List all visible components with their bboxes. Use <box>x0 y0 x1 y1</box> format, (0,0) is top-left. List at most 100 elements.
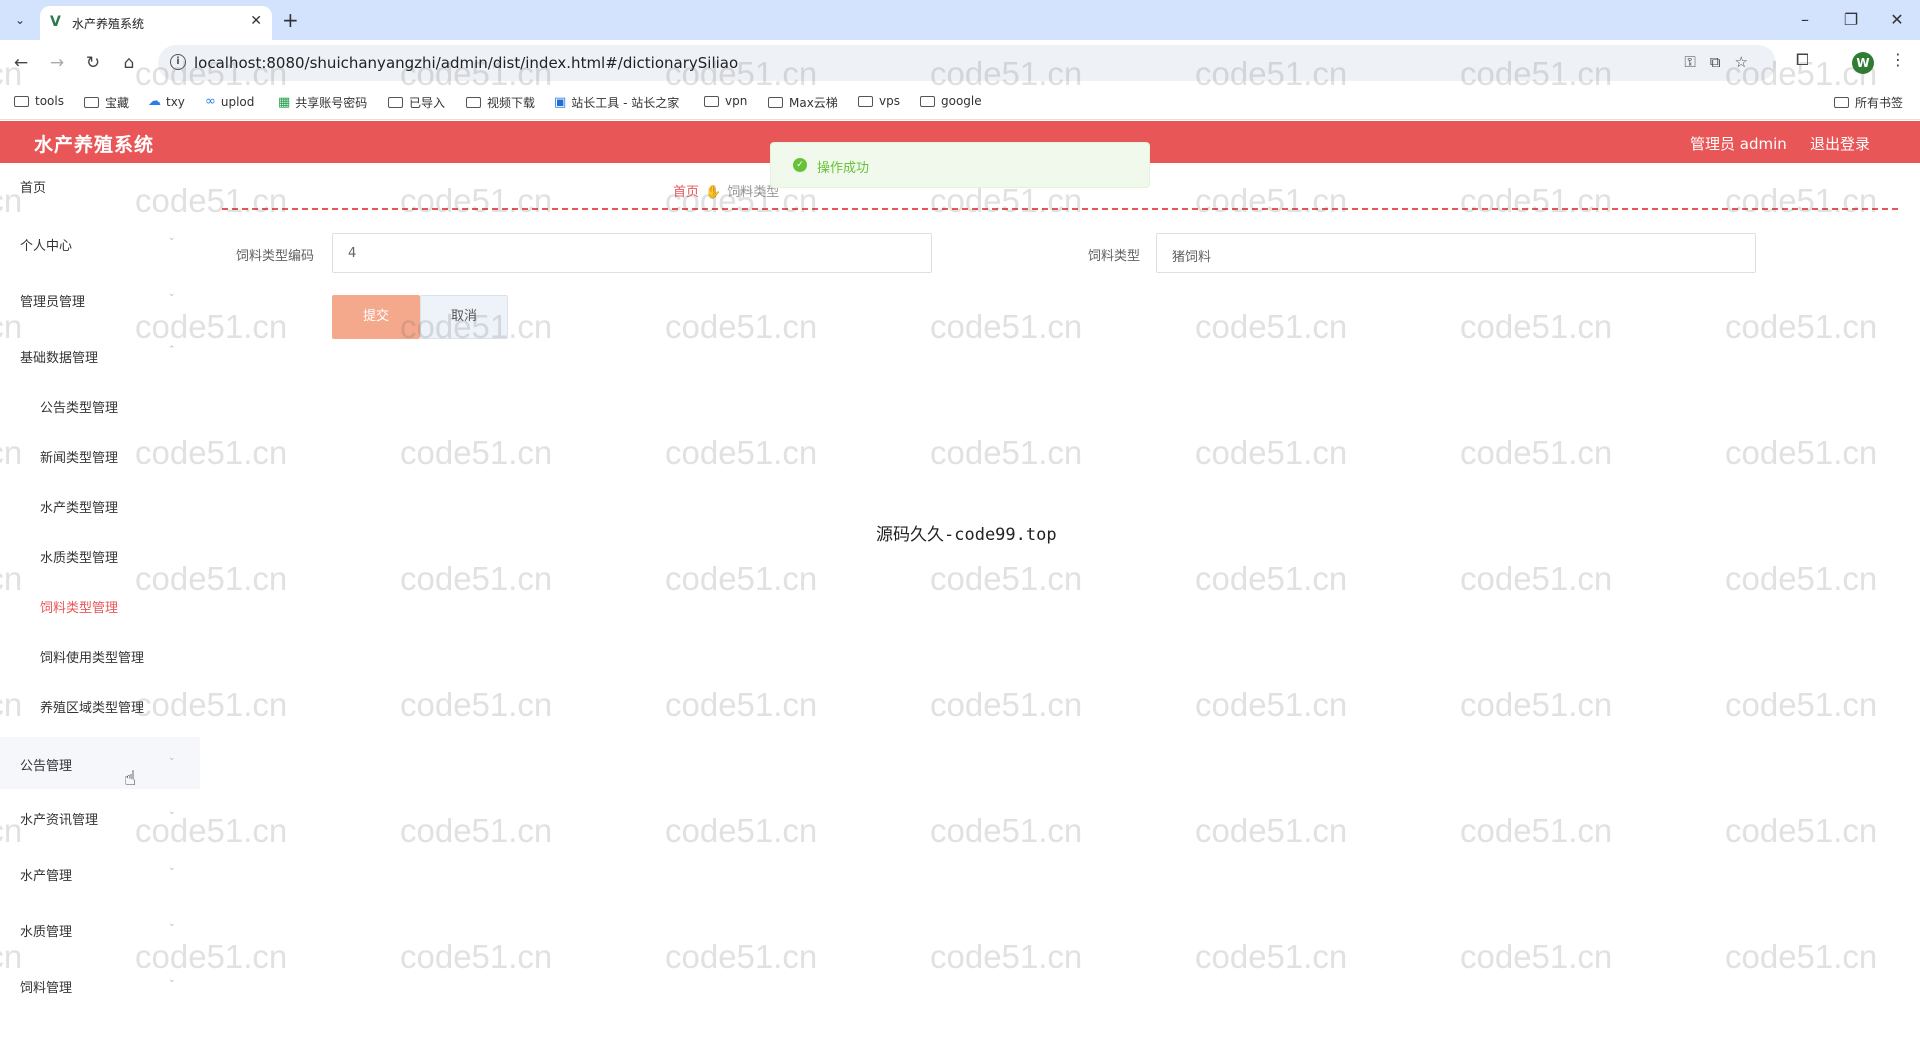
breadcrumb: 首页 ✋ 饲料类型 <box>673 181 779 200</box>
all-bookmarks[interactable]: 所有书签 <box>1834 94 1903 111</box>
bookmark-vps[interactable]: vps <box>858 94 900 108</box>
new-tab-icon[interactable]: + <box>282 8 299 32</box>
sidebar-item-base-data[interactable]: 基础数据管理 ⌃ <box>0 333 200 377</box>
watermark-text: code51.cn <box>400 182 553 219</box>
folder-icon <box>858 95 873 107</box>
submit-button[interactable]: 提交 <box>332 295 420 339</box>
breadcrumb-home[interactable]: 首页 <box>673 185 699 200</box>
bookmark-uplod[interactable]: ∞ uplod <box>205 94 254 109</box>
success-toast: ✓ 操作成功 <box>770 142 1150 188</box>
chinaz-icon: ▣ <box>554 95 567 110</box>
folder-icon <box>14 95 29 107</box>
watermark-text: code51.cn <box>1460 434 1613 471</box>
cloud-icon: ☁ <box>148 94 161 109</box>
reload-icon[interactable]: ↻ <box>80 50 106 76</box>
browser-tab[interactable]: V 水产养殖系统 ✕ <box>40 6 272 40</box>
star-icon[interactable]: ☆ <box>1735 53 1762 71</box>
site-info-icon[interactable]: i <box>170 54 186 70</box>
sidebar-item-aquatic-news[interactable]: 水产资讯管理 ⌄ <box>0 795 200 839</box>
sidebar-item-admin-management[interactable]: 管理员管理 ⌄ <box>0 277 200 321</box>
sidebar-item-feed-management[interactable]: 饲料管理 ⌄ <box>0 963 200 1007</box>
watermark-text: code51.cn <box>1725 434 1878 471</box>
screenshot-icon[interactable]: ⧉ <box>1710 53 1735 71</box>
sidebar-item-feed-usage-type[interactable]: 饲料使用类型管理 <box>0 633 200 677</box>
folder-icon <box>388 97 403 108</box>
folder-icon <box>704 95 719 107</box>
bookmark-max[interactable]: Max云梯 <box>768 94 838 111</box>
check-circle-icon: ✓ <box>793 158 807 172</box>
folder-icon <box>84 97 99 108</box>
sidebar-item-aquatic-management[interactable]: 水产管理 ⌄ <box>0 851 200 895</box>
bookmark-google[interactable]: google <box>920 94 982 108</box>
sidebar-item-water-quality[interactable]: 水质管理 ⌄ <box>0 907 200 951</box>
watermark-text: code51.cn <box>930 434 1083 471</box>
watermark-text: code51.cn <box>1725 812 1878 849</box>
chevron-up-icon: ⌃ <box>168 345 176 355</box>
sidebar-item-farming-area-type[interactable]: 养殖区域类型管理 <box>0 683 200 727</box>
sidebar-item-aquatic-type[interactable]: 水产类型管理 <box>0 483 200 527</box>
tab-search-chevron-icon[interactable]: ⌄ <box>8 8 32 32</box>
browser-menu-icon[interactable]: ⋮ <box>1890 50 1906 69</box>
feed-type-input[interactable]: 猪饲料 <box>1156 233 1756 273</box>
logout-button[interactable]: 退出登录 <box>1810 133 1870 154</box>
address-bar[interactable]: i localhost:8080/shuichanyangzhi/admin/d… <box>158 45 1776 81</box>
bookmark-imported[interactable]: 已导入 <box>388 94 445 111</box>
watermark-text: code51.cn <box>400 812 553 849</box>
watermark-text: code51.cn <box>1195 938 1348 975</box>
sidebar-item-personal-center[interactable]: 个人中心 ⌄ <box>0 221 200 265</box>
folder-icon <box>920 95 935 107</box>
key-icon[interactable]: ⚿ <box>1684 53 1709 71</box>
profile-avatar[interactable]: W <box>1852 52 1874 74</box>
watermark-text: code51.cn <box>400 560 553 597</box>
sidebar-item-home[interactable]: 首页 <box>0 163 200 207</box>
cancel-button[interactable]: 取消 <box>420 295 508 339</box>
window-close-icon[interactable]: ✕ <box>1882 8 1912 32</box>
watermark-text: code51.cn <box>665 938 818 975</box>
bookmark-baozang[interactable]: 宝藏 <box>84 94 129 111</box>
chevron-down-icon: ⌄ <box>168 863 176 873</box>
feed-type-label: 饲料类型 <box>1088 249 1141 264</box>
bookmark-vpn[interactable]: vpn <box>704 94 747 108</box>
minimize-icon[interactable]: – <box>1790 8 1820 32</box>
toast-message: 操作成功 <box>817 161 870 176</box>
extensions-icon[interactable]: ⧠ <box>1796 50 1809 70</box>
sidebar-item-news-type[interactable]: 新闻类型管理 <box>0 433 200 477</box>
hand-cursor-icon: ☝ <box>124 766 137 790</box>
restore-icon[interactable]: ❐ <box>1836 8 1866 32</box>
watermark-text: code51.cn <box>1195 560 1348 597</box>
back-icon[interactable]: ← <box>8 50 34 76</box>
watermark-text: code51.cn <box>1460 560 1613 597</box>
chevron-down-icon: ⌄ <box>168 975 176 985</box>
vue-favicon-icon: V <box>50 14 61 30</box>
home-icon[interactable]: ⌂ <box>116 50 142 76</box>
watermark-text: code51.cn <box>930 938 1083 975</box>
watermark-text: code51.cn <box>1460 308 1613 345</box>
chevron-down-icon: ⌄ <box>168 919 176 929</box>
watermark-text: code51.cn <box>665 560 818 597</box>
bookmark-tools[interactable]: tools <box>14 94 64 108</box>
feed-type-code-input[interactable]: 4 <box>332 233 932 273</box>
dashed-divider <box>222 208 1898 210</box>
bookmark-txy[interactable]: ☁ txy <box>148 94 185 109</box>
url-text[interactable]: localhost:8080/shuichanyangzhi/admin/dis… <box>194 54 738 72</box>
sidebar-item-notice-management[interactable]: 公告管理 ⌄ <box>0 737 200 789</box>
folder-icon <box>1834 97 1849 108</box>
tab-close-icon[interactable]: ✕ <box>250 13 262 29</box>
omnibox-actions[interactable]: ⚿⧉☆ <box>1684 53 1762 71</box>
chevron-down-icon: ⌄ <box>168 807 176 817</box>
bookmark-video-download[interactable]: 视频下载 <box>466 94 535 111</box>
watermark-text: code51.cn <box>1725 686 1878 723</box>
watermark-text: code51.cn <box>1195 182 1348 219</box>
watermark-text: code51.cn <box>930 686 1083 723</box>
watermark-text: code51.cn <box>665 686 818 723</box>
link-icon: ∞ <box>205 94 216 109</box>
sheet-icon: ▦ <box>278 95 291 110</box>
sidebar-item-water-quality-type[interactable]: 水质类型管理 <box>0 533 200 577</box>
sidebar-item-notice-type[interactable]: 公告类型管理 <box>0 383 200 427</box>
bookmark-chinaz[interactable]: ▣ 站长工具 - 站长之家 <box>554 94 679 111</box>
sidebar-item-feed-type[interactable]: 饲料类型管理 <box>0 583 200 627</box>
tab-title: 水产养殖系统 <box>72 17 145 31</box>
forward-icon[interactable]: → <box>44 50 70 76</box>
bookmark-shared-accounts[interactable]: ▦ 共享账号密码 <box>278 94 367 111</box>
watermark-text: code51.cn <box>1195 434 1348 471</box>
